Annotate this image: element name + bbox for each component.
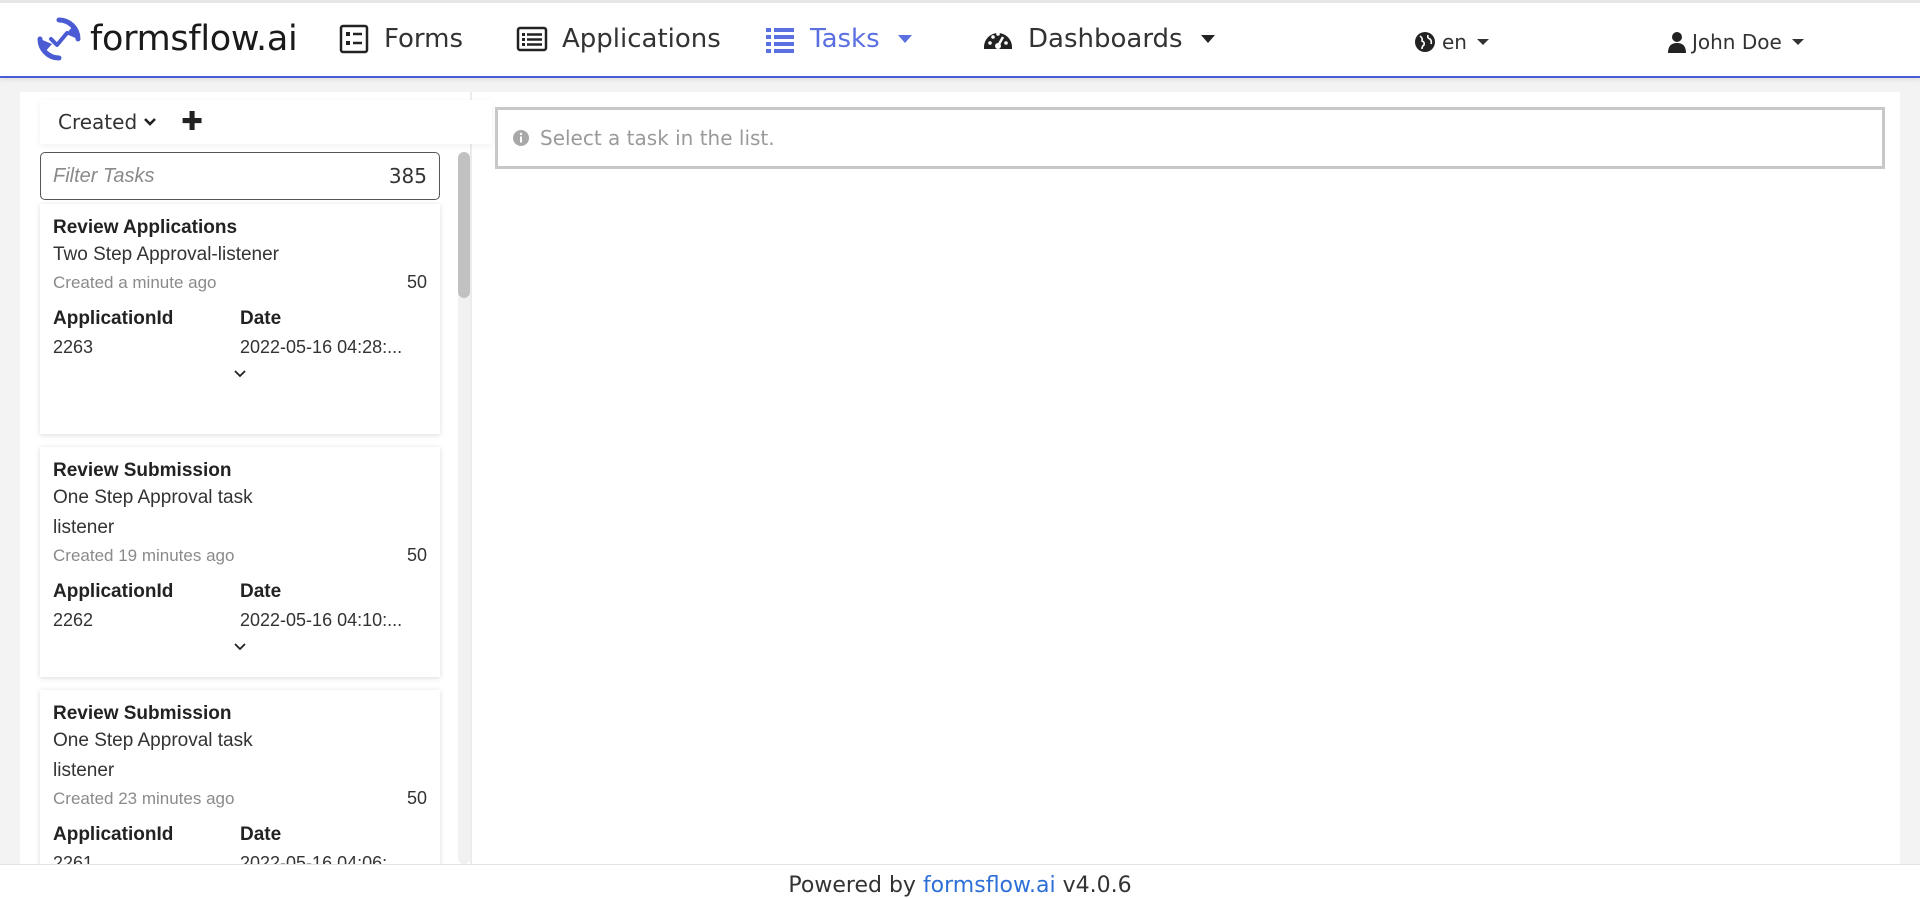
nav-dashboards[interactable]: Dashboards	[982, 17, 1215, 61]
task-priority: 50	[406, 545, 427, 565]
user-name: John Doe	[1692, 30, 1782, 54]
footer-version: v4.0.6	[1055, 873, 1132, 898]
application-id-label: ApplicationId	[53, 308, 174, 329]
application-id-label: ApplicationId	[53, 824, 174, 845]
info-circle-icon	[513, 130, 529, 146]
task-name: Review Submission	[53, 460, 232, 481]
nav-dashboards-label: Dashboards	[1028, 24, 1183, 54]
date-label: Date	[240, 581, 282, 602]
expand-chevron-icon[interactable]	[233, 642, 247, 652]
chevron-down-icon	[897, 35, 912, 43]
chevron-down-icon	[1476, 39, 1489, 45]
application-id-value: 2263	[53, 337, 94, 357]
task-count: 385	[388, 164, 427, 188]
task-priority: 50	[406, 788, 427, 808]
empty-task-message: Select a task in the list.	[540, 126, 775, 150]
language-label: en	[1442, 30, 1467, 54]
user-menu[interactable]: John Doe	[1668, 25, 1804, 59]
date-value: 2022-05-16 04:10:...	[240, 610, 403, 630]
task-card[interactable]: Review Applications Two Step Approval-li…	[40, 204, 440, 434]
sort-label: Created	[58, 110, 138, 134]
expand-chevron-icon[interactable]	[233, 369, 247, 379]
task-name: Review Submission	[53, 703, 232, 724]
footer: Powered by formsflow.ai v4.0.6	[0, 864, 1920, 898]
language-selector[interactable]: en	[1414, 25, 1489, 59]
brand-name: formsflow.ai	[90, 19, 298, 59]
list-alt-icon	[516, 26, 548, 52]
nav-forms-label: Forms	[384, 24, 464, 54]
task-created: Created 19 minutes ago	[53, 545, 235, 565]
filter-tasks-input[interactable]	[53, 164, 353, 188]
task-card[interactable]: Review Submission One Step Approval task…	[40, 690, 440, 870]
date-label: Date	[240, 308, 282, 329]
task-list-toolbar: Created ✚	[40, 100, 492, 144]
application-id-label: ApplicationId	[53, 581, 174, 602]
nav-applications-label: Applications	[562, 24, 721, 54]
task-priority: 50	[406, 272, 427, 292]
task-created: Created a minute ago	[53, 272, 217, 292]
task-list-scrollbar[interactable]	[458, 152, 470, 864]
scrollbar-thumb[interactable]	[458, 152, 470, 298]
task-name: Review Applications	[53, 217, 238, 238]
date-value: 2022-05-16 04:28:...	[240, 337, 403, 357]
sort-dropdown[interactable]: Created	[58, 110, 157, 134]
nav-tasks[interactable]: Tasks	[764, 17, 912, 61]
nav-tasks-label: Tasks	[810, 24, 880, 54]
top-navbar: formsflow.ai Forms Applications Tasks Da…	[0, 0, 1920, 78]
formsflow-logo-icon	[37, 17, 81, 61]
task-process: One Step Approval task listener	[53, 730, 253, 781]
application-id-value: 2262	[53, 610, 94, 630]
footer-prefix: Powered by	[788, 873, 923, 898]
task-page: Created ✚ 385 Review Applications Two St…	[20, 92, 1900, 870]
add-filter-button[interactable]: ✚	[181, 109, 203, 135]
form-icon	[339, 24, 369, 54]
nav-applications[interactable]: Applications	[516, 17, 721, 61]
nav-forms[interactable]: Forms	[338, 17, 463, 61]
task-detail-panel: Select a task in the list.	[495, 107, 1885, 169]
task-list-panel: Created ✚ 385 Review Applications Two St…	[20, 92, 492, 870]
task-card[interactable]: Review Submission One Step Approval task…	[40, 447, 440, 677]
brand[interactable]: formsflow.ai	[36, 13, 298, 65]
globe-icon	[1415, 32, 1435, 52]
task-process: Two Step Approval-listener	[53, 244, 280, 265]
chevron-down-icon	[1791, 39, 1804, 45]
chevron-down-icon	[144, 118, 157, 126]
user-icon	[1668, 32, 1686, 53]
filter-tasks-field: 385	[40, 152, 440, 200]
task-process: One Step Approval task listener	[53, 487, 253, 538]
tachometer-icon	[984, 32, 1012, 49]
formsflow-link[interactable]: formsflow.ai	[923, 873, 1056, 898]
list-icon	[766, 28, 794, 53]
task-created: Created 23 minutes ago	[53, 788, 235, 808]
date-label: Date	[240, 824, 282, 845]
chevron-down-icon	[1200, 35, 1215, 43]
